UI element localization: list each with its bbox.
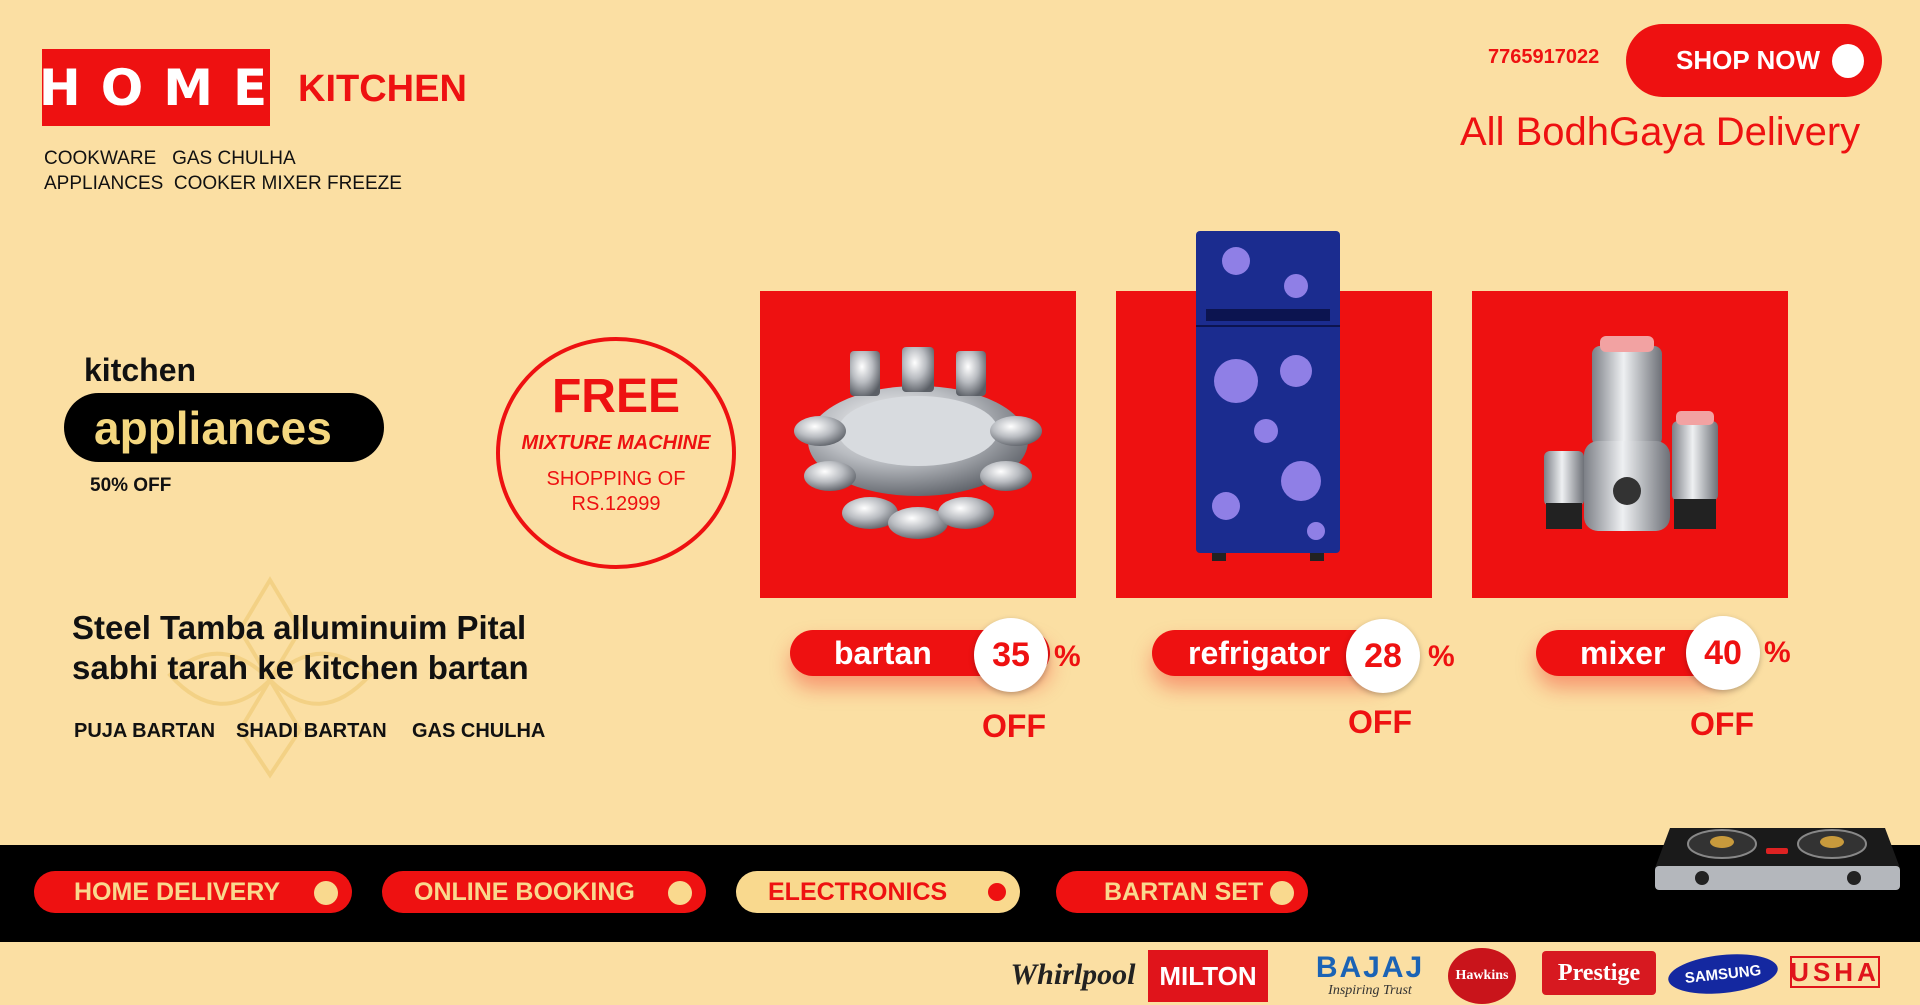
product-name-mixer: mixer xyxy=(1580,634,1666,671)
discount-circle-mixer: 40 xyxy=(1686,616,1760,690)
nav-dot-icon xyxy=(988,883,1006,901)
delivery-text: All BodhGaya Delivery xyxy=(1460,110,1861,154)
nav-home-delivery[interactable]: HOME DELIVERY xyxy=(34,871,352,913)
tag-shadi-bartan[interactable]: SHADI BARTAN xyxy=(236,720,387,743)
percent-sign-refrigerator: % xyxy=(1428,640,1455,673)
appliances-discount: 50% OFF xyxy=(90,475,172,496)
gas-stove-image xyxy=(1655,828,1900,890)
phone-number[interactable]: 7765917022 xyxy=(1488,46,1599,69)
nav-dot-icon xyxy=(1270,881,1294,905)
nav-online-booking[interactable]: ONLINE BOOKING xyxy=(382,871,706,913)
free-offer-badge: FREE MIXTURE MACHINE SHOPPING OF RS.1299… xyxy=(496,337,736,569)
product-tile-bartan[interactable] xyxy=(760,291,1076,598)
free-condition-line-1: SHOPPING OF xyxy=(546,468,686,490)
shop-now-button[interactable]: SHOP NOW xyxy=(1626,24,1882,97)
shop-now-dot-icon xyxy=(1832,44,1864,78)
nav-bartan-set[interactable]: BARTAN SET xyxy=(1056,871,1308,913)
free-label: FREE xyxy=(551,370,680,423)
logo-home[interactable]: HOME xyxy=(39,49,270,126)
kitchen-label: kitchen xyxy=(84,352,197,388)
product-name-bartan: bartan xyxy=(834,634,932,671)
tagline-line-1: Steel Tamba alluminuim Pital xyxy=(72,609,527,646)
tagline: Steel Tamba alluminuim Pital sabhi tarah… xyxy=(72,608,529,688)
free-item-label: MIXTURE MACHINE xyxy=(521,432,711,454)
free-condition: SHOPPING OF RS.12999 xyxy=(500,467,732,517)
off-label-refrigerator: OFF xyxy=(1348,704,1412,740)
free-condition-line-2: RS.12999 xyxy=(571,493,661,515)
refrigerator-image xyxy=(1196,231,1340,561)
brand-samsung-logo[interactable]: SAMSUNG xyxy=(1666,949,1780,999)
brand-hawkins-logo[interactable]: Hawkins xyxy=(1448,948,1516,1004)
percent-sign-bartan: % xyxy=(1054,640,1081,673)
brand-milton-logo[interactable]: MILTON xyxy=(1148,950,1268,1002)
brand-usha-logo[interactable]: USHA xyxy=(1790,956,1880,988)
tag-gas-chulha[interactable]: GAS CHULHA xyxy=(412,720,545,743)
percent-sign-mixer: % xyxy=(1764,636,1791,669)
nav-bartan-set-label: BARTAN SET xyxy=(1104,877,1264,906)
nav-home-delivery-label: HOME DELIVERY xyxy=(74,877,281,906)
nav-online-booking-label: ONLINE BOOKING xyxy=(414,877,635,906)
nav-electronics[interactable]: ELECTRONICS xyxy=(736,871,1020,913)
nav-dot-icon xyxy=(314,881,338,905)
nav-electronics-label: ELECTRONICS xyxy=(768,877,948,906)
discount-circle-refrigerator: 28 xyxy=(1346,619,1420,693)
product-name-refrigerator: refrigator xyxy=(1188,634,1331,671)
logo-kitchen: KITCHEN xyxy=(298,68,467,110)
mixer-grinder-image xyxy=(1544,336,1718,531)
shop-now-label: SHOP NOW xyxy=(1676,45,1820,75)
off-label-bartan: OFF xyxy=(982,708,1046,744)
product-tile-mixer[interactable] xyxy=(1472,291,1788,598)
discount-circle-bartan: 35 xyxy=(974,618,1048,692)
brand-prestige-logo[interactable]: Prestige xyxy=(1542,951,1656,995)
tag-puja-bartan[interactable]: PUJA BARTAN xyxy=(74,720,215,743)
categories-line-1: COOKWARE GAS CHULHA xyxy=(44,148,296,169)
utensils-set-image xyxy=(794,347,1042,539)
brand-bajaj-logo[interactable]: BAJAJ Inspiring Trust xyxy=(1285,948,1455,1002)
tagline-line-2: sabhi tarah ke kitchen bartan xyxy=(72,649,529,686)
brand-bajaj-tagline: Inspiring Trust xyxy=(1328,983,1412,998)
brand-whirlpool-logo[interactable]: Whirlpool xyxy=(998,948,1148,1002)
nav-dot-icon xyxy=(668,881,692,905)
categories-line-2: APPLIANCES COOKER MIXER FREEZE xyxy=(44,173,402,194)
off-label-mixer: OFF xyxy=(1690,706,1754,742)
appliances-badge: appliances xyxy=(64,393,384,462)
brand-bajaj-name: BAJAJ xyxy=(1315,951,1425,984)
